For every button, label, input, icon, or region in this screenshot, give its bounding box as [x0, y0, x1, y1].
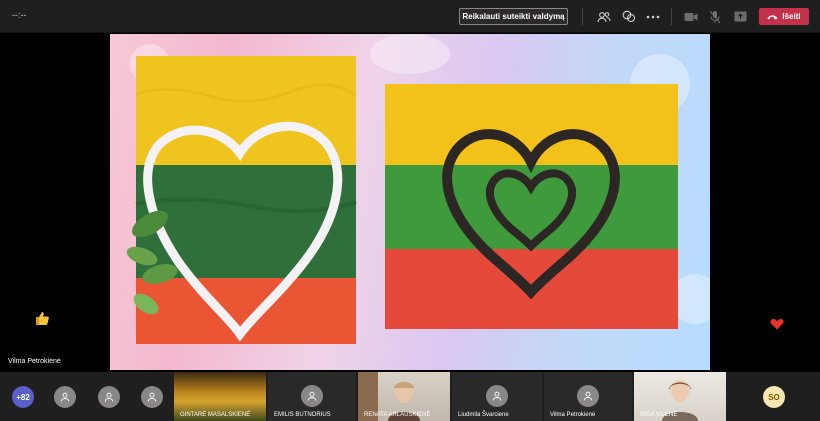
share-icon[interactable]	[732, 9, 748, 24]
presenter-name: Vilma Petrokienė	[8, 358, 61, 365]
shared-content	[110, 34, 710, 370]
participant-name: GINTARĖ MASALSKIENĖ	[180, 412, 251, 418]
participant-tile[interactable]: Vilma Petrokienė	[544, 372, 632, 421]
person-icon	[60, 392, 70, 402]
leave-button[interactable]: Išeiti	[759, 8, 809, 25]
participants-icon[interactable]	[596, 9, 612, 24]
participant-avatar	[301, 385, 323, 407]
participant-avatar	[486, 385, 508, 407]
hangup-icon	[767, 14, 778, 19]
painted-flag-left	[126, 56, 357, 344]
camera-off-icon[interactable]	[683, 9, 699, 24]
participant-tile[interactable]: INGA VILENĖ	[634, 372, 726, 421]
participant-tile[interactable]: Liudmila Švarciene	[452, 372, 542, 421]
leave-label: Išeiti	[782, 12, 801, 21]
participant-name: RENATA ARLAUSKIENĖ	[364, 412, 431, 418]
meeting-toolbar: --:-- Reikalauti suteikti valdymą Išeiti	[0, 0, 820, 33]
mic-off-icon[interactable]	[707, 9, 723, 24]
participant-avatar[interactable]	[141, 386, 163, 408]
participant-tile[interactable]: GINTARĖ MASALSKIENĖ	[174, 372, 266, 421]
participant-name: INGA VILENĖ	[640, 412, 678, 418]
toolbar-divider	[671, 8, 672, 25]
toolbar-divider	[582, 8, 583, 25]
meeting-timer: --:--	[12, 10, 27, 20]
person-icon	[583, 391, 593, 401]
participant-name: Liudmila Švarciene	[458, 412, 509, 418]
participant-tile[interactable]: EMILIS BUTNORIUS	[268, 372, 356, 421]
participant-name: Vilma Petrokienė	[550, 412, 596, 418]
chat-icon[interactable]	[621, 9, 637, 24]
participant-name: EMILIS BUTNORIUS	[274, 412, 331, 418]
person-icon	[147, 392, 157, 402]
participant-avatar	[577, 385, 599, 407]
participant-avatar-initials[interactable]: SO	[763, 386, 785, 408]
more-icon[interactable]	[645, 9, 661, 24]
person-icon	[492, 391, 502, 401]
thumbs-up-icon	[36, 312, 49, 325]
more-participants-button[interactable]: +82	[12, 386, 34, 408]
request-control-button[interactable]: Reikalauti suteikti valdymą	[459, 8, 568, 25]
person-icon	[307, 391, 317, 401]
participant-tile[interactable]: RENATA ARLAUSKIENĖ	[358, 372, 450, 421]
person-icon	[104, 392, 114, 402]
participant-gallery: +82 GINTARĖ MASALSKIENĖ EMILIS BUTNORIUS…	[0, 372, 820, 421]
participant-avatar[interactable]	[54, 386, 76, 408]
heart-icon	[770, 319, 784, 330]
participant-avatar[interactable]	[98, 386, 120, 408]
main-stage: Vilma Petrokienė	[0, 33, 820, 371]
paper-flag-right	[385, 84, 678, 329]
flags-artwork	[126, 56, 678, 344]
